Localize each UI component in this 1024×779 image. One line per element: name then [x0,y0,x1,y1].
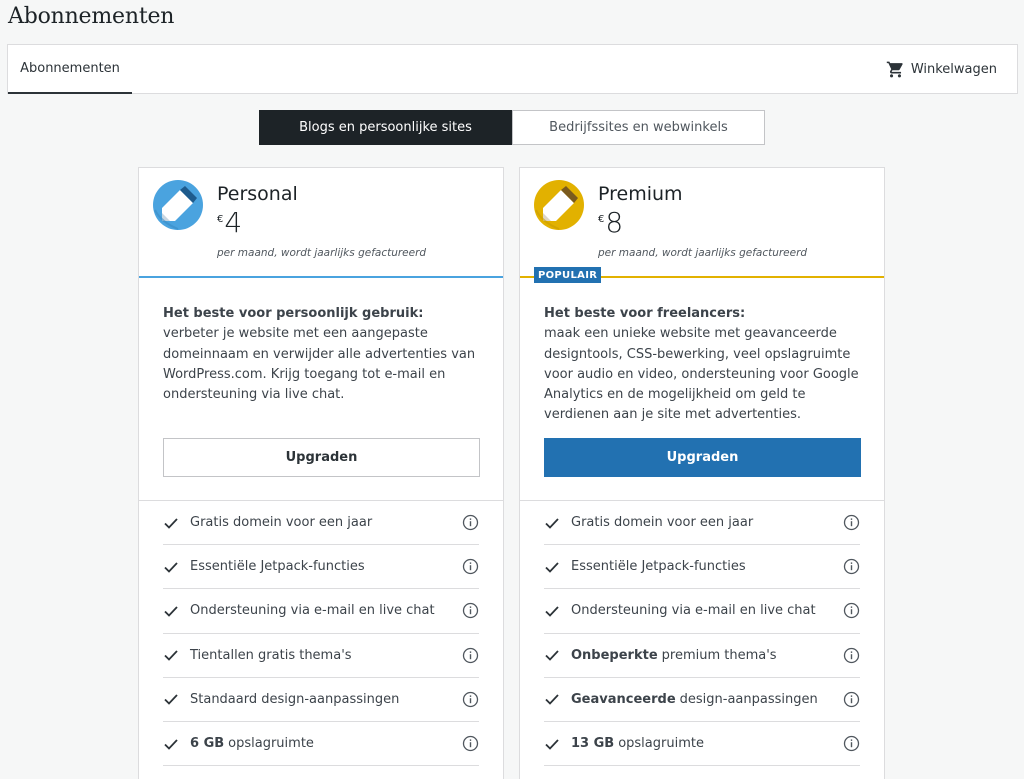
toggle-business[interactable]: Bedrijfssites en webwinkels [512,110,765,145]
plan-header: Personal € 4 per maand, wordt jaarlijks … [139,168,503,278]
price-amount: 8 [605,206,624,239]
info-icon[interactable] [843,735,860,752]
info-icon[interactable] [843,602,860,619]
feature-text: design-aanpassingen [679,691,818,707]
feature-text: Standaard design-aanpassingen [190,691,400,707]
upgrade-button[interactable]: Upgraden [163,438,480,477]
feature-row: Ondersteuning via e-mail en live chat [544,589,860,634]
check-icon [545,694,559,706]
feature-row: 13 GB opslagruimte [544,722,860,767]
plan-card-premium: Premium € 8 per maand, wordt jaarlijks g… [519,167,885,779]
feature-text: Ondersteuning via e-mail en live chat [190,603,435,619]
feature-row: 6 GB opslagruimte [163,722,479,767]
info-icon[interactable] [843,647,860,664]
description-title: Het beste voor freelancers: [544,306,746,321]
accent-line [139,276,503,278]
feature-text: opslagruimte [228,736,314,752]
feature-text: Tientallen gratis thema's [190,647,352,663]
popular-badge: POPULAIR [534,267,602,283]
billing-note: per maand, wordt jaarlijks gefactureerd [217,247,427,259]
check-icon [164,517,178,529]
info-icon[interactable] [462,602,479,619]
feature-bold: Onbeperkte [571,647,658,663]
check-icon [164,606,178,617]
feature-row: Gratis domein voor een jaar [163,501,479,546]
plan-price: € 8 [598,206,624,239]
check-icon [164,562,178,573]
plan-header: Premium € 8 per maand, wordt jaarlijks g… [520,168,884,283]
plan-type-toggle: Blogs en persoonlijke sites Bedrijfssite… [259,110,765,145]
plan-price: € 4 [217,206,243,239]
check-icon [164,738,178,750]
feature-text: Ondersteuning via e-mail en live chat [571,603,816,619]
feature-text: premium thema's [661,647,777,663]
check-icon [164,650,178,661]
feature-row: Ondersteuning via e-mail en live chat [163,589,479,634]
feature-text: Essentiële Jetpack-functies [190,559,365,575]
tab-abonnementen[interactable]: Abonnementen [8,45,132,94]
plan-card-personal: Personal € 4 per maand, wordt jaarlijks … [138,167,504,779]
check-icon [545,562,559,573]
billing-note: per maand, wordt jaarlijks gefactureerd [598,247,808,259]
feature-bold: Geavanceerde [571,691,676,707]
feature-text: Gratis domein voor een jaar [571,515,754,531]
feature-row: Essentiële Jetpack-functies [163,545,479,590]
currency-symbol: € [598,214,605,225]
info-icon[interactable] [462,735,479,752]
info-icon[interactable] [462,514,479,531]
feature-row: Essentiële Jetpack-functies [544,545,860,590]
feature-row: Gratis domein voor een jaar [544,501,860,546]
feature-text: Essentiële Jetpack-functies [571,559,746,575]
plan-name: Premium [598,183,683,205]
pencil-plan-icon [534,180,584,230]
feature-row: Geavanceerde design-aanpassingen [544,678,860,722]
price-amount: 4 [224,206,243,239]
toggle-blogs[interactable]: Blogs en persoonlijke sites [259,110,512,145]
feature-row: Onbeperkte premium thema's [544,634,860,678]
check-icon [545,606,559,617]
info-icon[interactable] [462,558,479,575]
info-icon[interactable] [462,647,479,664]
currency-symbol: € [217,214,224,225]
feature-list: Gratis domein voor een jaar Essentiële J… [520,500,884,767]
feature-bold: 6 GB [190,736,225,752]
plan-description: Het beste voor freelancers: maak een uni… [544,304,864,426]
description-body: maak een unieke website met geavanceerde… [544,326,859,423]
check-icon [164,694,178,706]
feature-list: Gratis domein voor een jaar Essentiële J… [139,500,503,767]
info-icon[interactable] [843,691,860,708]
check-icon [545,738,559,750]
feature-text: Gratis domein voor een jaar [190,515,373,531]
plan-name: Personal [217,183,298,205]
feature-row: Standaard design-aanpassingen [163,678,479,722]
cart-button[interactable]: Winkelwagen [886,45,997,94]
section-nav: Abonnementen Winkelwagen [7,44,1018,94]
info-icon[interactable] [462,691,479,708]
pencil-plan-icon [153,180,203,230]
upgrade-button[interactable]: Upgraden [544,438,861,477]
check-icon [545,517,559,529]
feature-bold: 13 GB [571,736,615,752]
cart-icon [886,61,903,78]
cart-label: Winkelwagen [910,62,997,77]
plan-description: Het beste voor persoonlijk gebruik: verb… [163,304,483,405]
feature-text: opslagruimte [618,736,704,752]
page-title: Abonnementen [8,4,175,29]
info-icon[interactable] [843,514,860,531]
description-title: Het beste voor persoonlijk gebruik: [163,306,424,321]
description-body: verbeter je website met een aangepaste d… [163,326,476,403]
check-icon [545,650,559,661]
info-icon[interactable] [843,558,860,575]
feature-row: Tientallen gratis thema's [163,634,479,678]
